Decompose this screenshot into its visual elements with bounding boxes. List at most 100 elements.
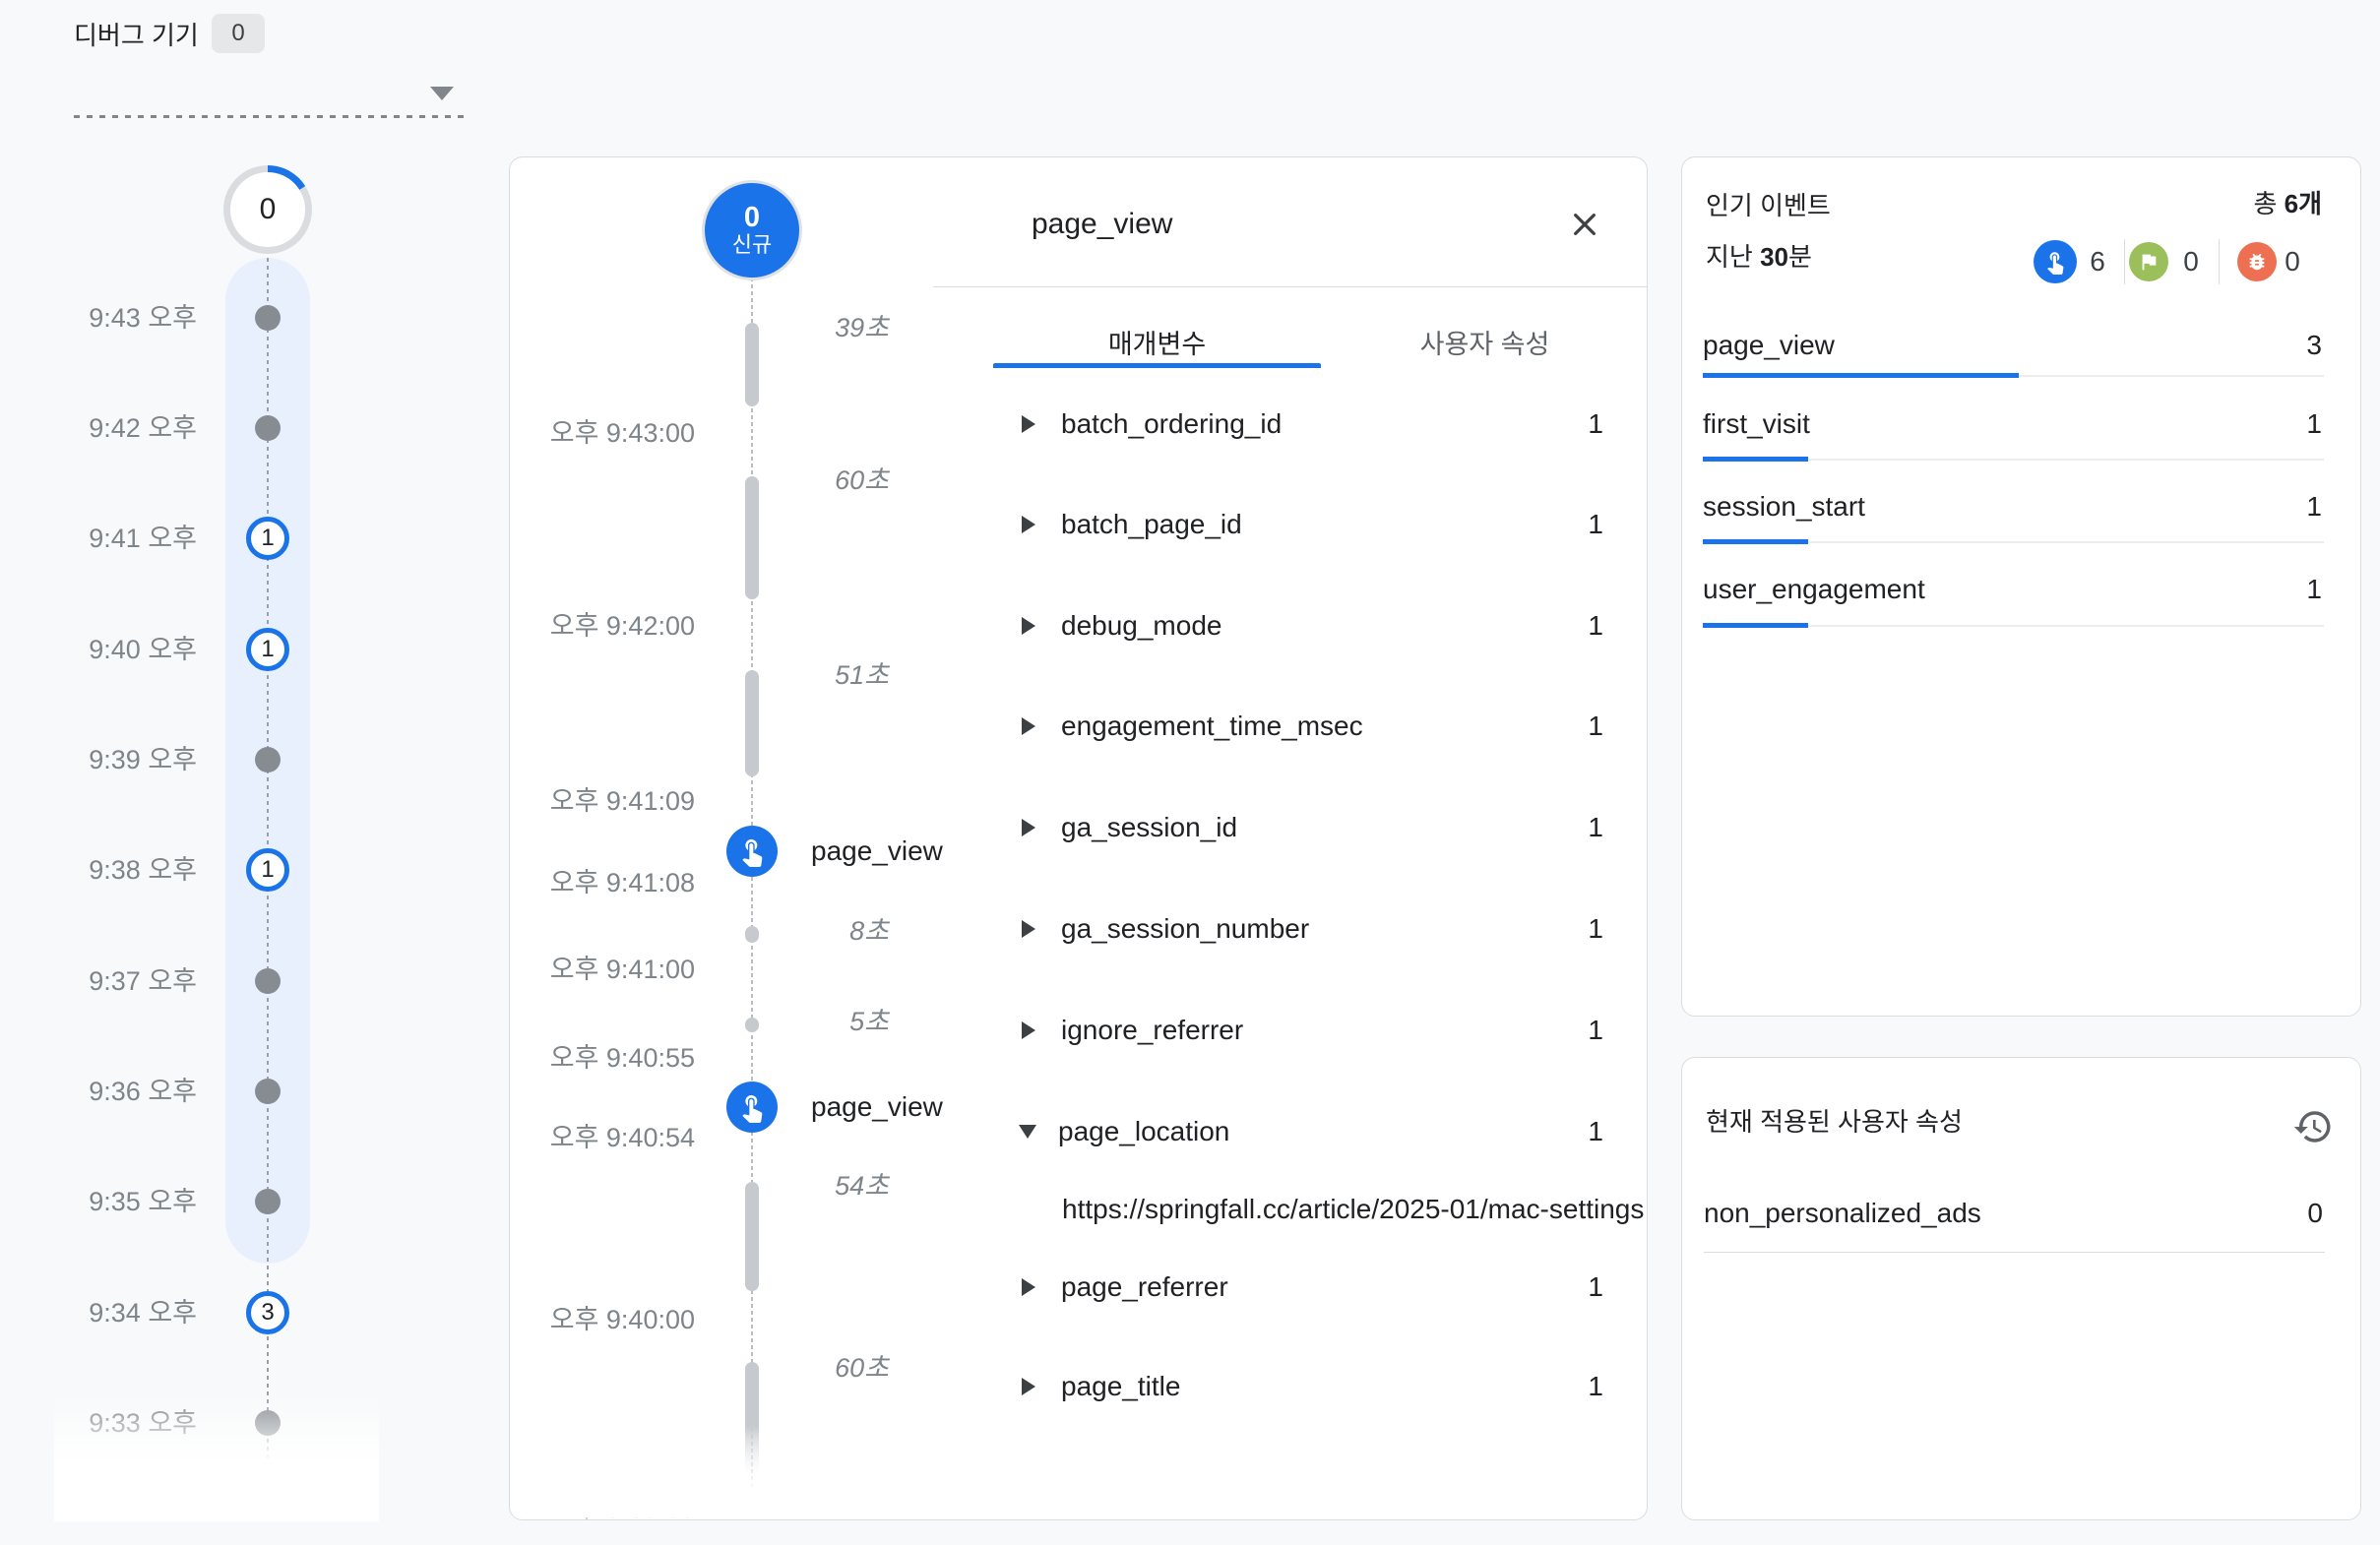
expand-arrow-icon[interactable] — [1022, 1378, 1035, 1395]
minute-event-count[interactable]: 3 — [246, 1291, 289, 1334]
duration-label: 60초 — [790, 1351, 889, 1385]
param-count: 1 — [1525, 404, 1603, 444]
stream-time: 오후 9:40:54 — [518, 1121, 695, 1154]
param-value-url: https://springfall.cc/article/2025-01/ma… — [1062, 1190, 1644, 1229]
event-count-bar — [1703, 539, 1808, 544]
expand-arrow-icon[interactable] — [1022, 415, 1035, 433]
duration-label: 39초 — [790, 311, 889, 344]
expand-arrow-icon[interactable] — [1022, 1278, 1035, 1296]
last30-value: 30 — [1760, 242, 1788, 272]
tab-parameters[interactable]: 매개변수 — [993, 315, 1321, 368]
engagement-segment — [745, 926, 759, 943]
minute-dot — [255, 415, 281, 441]
top-event-name[interactable]: session_start — [1703, 488, 1865, 525]
counter-separator — [2124, 239, 2125, 284]
timeline-bottom-fade — [54, 1392, 379, 1521]
param-name: debug_mode — [1061, 610, 1221, 642]
current-minute-circle[interactable]: 0 — [223, 165, 312, 254]
minute-label: 9:38 오후 — [20, 853, 197, 887]
minute-dot — [255, 305, 281, 331]
minute-event-count[interactable]: 1 — [246, 628, 289, 671]
minute-event-count[interactable]: 1 — [246, 848, 289, 892]
top-event-name[interactable]: first_visit — [1703, 405, 1810, 443]
param-row[interactable]: batch_page_id — [1022, 505, 1612, 544]
param-name: engagement_time_msec — [1061, 711, 1363, 742]
collapse-arrow-icon[interactable] — [1019, 1125, 1036, 1139]
param-count: 1 — [1525, 505, 1603, 544]
stream-time: 오후 9:40:55 — [518, 1041, 695, 1075]
device-dropdown-arrow-icon[interactable] — [430, 87, 454, 100]
close-x-icon — [1569, 209, 1600, 240]
new-events-badge[interactable]: 0 신규 — [705, 183, 799, 278]
bug-icon — [2246, 251, 2268, 273]
expand-arrow-icon[interactable] — [1022, 920, 1035, 938]
param-count: 1 — [1525, 1267, 1603, 1307]
minute-label: 9:40 오후 — [20, 633, 197, 666]
param-row[interactable]: page_title — [1022, 1367, 1612, 1406]
top-event-name[interactable]: user_engagement — [1703, 571, 1925, 608]
expand-arrow-icon[interactable] — [1022, 617, 1035, 635]
param-name: batch_page_id — [1061, 509, 1242, 540]
stream-time: 오후 9:40:00 — [518, 1303, 695, 1336]
duration-label: 5초 — [790, 1005, 889, 1038]
top-events-total: 총 6개 — [2253, 187, 2322, 220]
param-count: 1 — [1525, 1112, 1603, 1151]
flag-icon — [2138, 251, 2160, 273]
conversions-counter-value: 0 — [2169, 240, 2213, 283]
total-value: 6개 — [2285, 189, 2322, 218]
tab-user-properties[interactable]: 사용자 속성 — [1321, 315, 1649, 368]
duration-label: 60초 — [790, 464, 889, 497]
close-icon[interactable] — [1565, 205, 1604, 244]
touch-app-icon — [736, 835, 768, 867]
device-dropdown-underline[interactable] — [74, 115, 468, 118]
stream-event-name[interactable]: page_view — [811, 1089, 943, 1125]
engagement-segment — [745, 323, 759, 406]
top-event-count: 1 — [2263, 488, 2322, 525]
param-row[interactable]: debug_mode — [1022, 606, 1612, 646]
param-row[interactable]: engagement_time_msec — [1022, 707, 1612, 746]
event-count-bar — [1703, 373, 2019, 378]
minute-label: 9:37 오후 — [20, 964, 197, 998]
minute-event-count[interactable]: 1 — [246, 517, 289, 560]
user-property-name[interactable]: non_personalized_ads — [1704, 1195, 1981, 1232]
events-counter-icon[interactable] — [2034, 240, 2077, 283]
param-row[interactable]: ga_session_number — [1022, 909, 1612, 949]
stream-event-name[interactable]: page_view — [811, 834, 943, 869]
event-detail-title: page_view — [1032, 205, 1172, 244]
param-name: page_location — [1058, 1116, 1229, 1147]
minute-label: 9:35 오후 — [20, 1185, 197, 1218]
top-events-card: 인기 이벤트 총 6개 지난 30분 6 0 0 page_view 3 fir… — [1681, 156, 2361, 1017]
engagement-segment — [745, 1182, 759, 1291]
top-event-count: 1 — [2263, 571, 2322, 608]
errors-counter-value: 0 — [2271, 240, 2314, 283]
expand-arrow-icon[interactable] — [1022, 819, 1035, 836]
stream-time: 오후 9:42:00 — [518, 609, 695, 643]
touch-event-icon[interactable] — [726, 826, 778, 877]
param-row[interactable]: ignore_referrer — [1022, 1011, 1612, 1050]
touch-event-icon[interactable] — [726, 1082, 778, 1133]
user-property-value: 0 — [2264, 1195, 2323, 1232]
current-minute-count: 0 — [230, 172, 305, 247]
param-row[interactable]: page_referrer — [1022, 1267, 1612, 1307]
expand-arrow-icon[interactable] — [1022, 516, 1035, 533]
history-clock-icon — [2292, 1106, 2334, 1147]
param-count: 1 — [1525, 1367, 1603, 1406]
param-count: 1 — [1525, 909, 1603, 949]
history-icon[interactable] — [2289, 1103, 2337, 1150]
minute-dot — [255, 1189, 281, 1214]
top-event-name[interactable]: page_view — [1703, 327, 1835, 364]
touch-app-icon — [736, 1091, 768, 1123]
param-count: 1 — [1525, 606, 1603, 646]
param-row[interactable]: batch_ordering_id — [1022, 404, 1612, 444]
param-row[interactable]: ga_session_id — [1022, 808, 1612, 847]
stream-bottom-fade — [512, 1427, 974, 1517]
conversions-counter-icon[interactable] — [2129, 242, 2168, 281]
param-row-expanded[interactable]: page_location — [1022, 1112, 1612, 1151]
expand-arrow-icon[interactable] — [1022, 1021, 1035, 1039]
duration-label: 8초 — [790, 914, 889, 948]
param-name: ga_session_id — [1061, 812, 1237, 843]
expand-arrow-icon[interactable] — [1022, 717, 1035, 735]
param-name: ga_session_number — [1061, 913, 1309, 945]
debug-device-count-badge: 0 — [212, 14, 265, 53]
user-properties-title: 현재 적용된 사용자 속성 — [1706, 1105, 1963, 1139]
